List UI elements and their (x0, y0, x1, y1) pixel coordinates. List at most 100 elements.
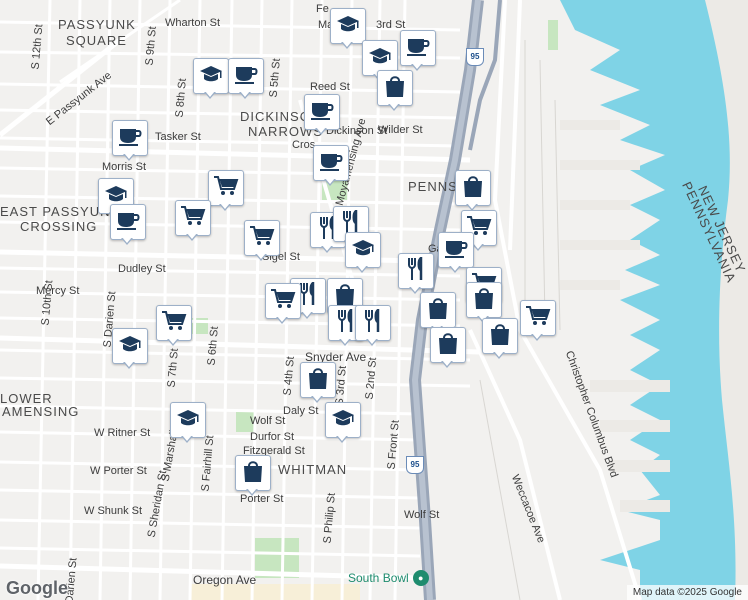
cart-icon (180, 205, 206, 232)
cart-icon (161, 310, 187, 337)
cafe-marker[interactable] (304, 94, 342, 138)
cafe-icon (444, 238, 468, 263)
neighborhood-lower-moyamensing: AMENSING (2, 404, 80, 419)
neighborhood-whitman: WHITMAN (278, 462, 348, 477)
school-icon (368, 45, 392, 72)
neighborhood-east-passyunk: CROSSING (20, 219, 98, 234)
google-logo: Google (6, 578, 68, 598)
marker-pointer (441, 360, 453, 368)
marker-pointer (123, 153, 135, 161)
shopping-bag-icon (427, 296, 449, 325)
map-canvas[interactable]: PASSYUNK SQUARE DICKINSON NARROWS EAST P… (0, 0, 748, 600)
shopping-bag-icon (384, 74, 406, 103)
street-label: Tasker St (155, 131, 201, 143)
street-label: Durfor St (250, 431, 295, 443)
cafe-icon (234, 64, 258, 89)
street-label: Oregon Ave (193, 573, 257, 587)
marker-pointer (339, 338, 351, 346)
school-marker[interactable] (193, 58, 231, 102)
school-icon (199, 63, 223, 90)
marker-pointer (123, 361, 135, 369)
street-label: Wolf St (250, 415, 286, 427)
cafe-marker[interactable] (112, 120, 150, 164)
marker-pointer (336, 435, 348, 443)
street-label: W Ritner St (94, 427, 151, 439)
cafe-icon (310, 100, 334, 125)
school-marker[interactable] (325, 402, 363, 446)
street-label: Daly St (283, 405, 319, 417)
street-label: W Porter St (90, 465, 147, 477)
restaurant-marker[interactable] (355, 305, 393, 349)
street-label: Reed St (310, 81, 350, 93)
marker-pointer (449, 265, 461, 273)
marker-pointer (186, 233, 198, 241)
marker-pointer (167, 338, 179, 346)
neighborhood-penns: PENNS (408, 179, 458, 194)
poi-south-bowl[interactable]: South Bowl ● (348, 570, 429, 586)
marker-pointer (204, 91, 216, 99)
marker-pointer (311, 395, 323, 403)
marker-pointer (239, 91, 251, 99)
restaurant-icon (363, 307, 383, 338)
restaurant-icon (336, 307, 356, 338)
restaurant-icon (406, 255, 426, 286)
cafe-marker[interactable] (400, 30, 438, 74)
bowling-icon: ● (412, 570, 429, 586)
marker-pointer (493, 351, 505, 359)
grocery-marker[interactable] (175, 200, 213, 244)
shopping-marker[interactable] (235, 455, 273, 499)
shopping-marker[interactable] (377, 70, 415, 114)
poi-label: South Bowl (348, 571, 409, 585)
shopping-bag-icon (473, 286, 495, 315)
cafe-icon (116, 210, 140, 235)
grocery-marker[interactable] (520, 300, 558, 344)
shopping-marker[interactable] (430, 327, 468, 371)
marker-pointer (121, 237, 133, 245)
marker-pointer (219, 203, 231, 211)
cart-icon (213, 175, 239, 202)
grocery-marker[interactable] (244, 220, 282, 264)
interstate-95-shield: 95 (466, 48, 484, 66)
marker-pointer (356, 265, 368, 273)
school-icon (176, 407, 200, 434)
shopping-marker[interactable] (482, 318, 520, 362)
marker-pointer (255, 253, 267, 261)
street-label: W Shunk St (84, 505, 143, 517)
grocery-marker[interactable] (265, 283, 303, 327)
school-icon (336, 13, 360, 40)
cart-icon (525, 305, 551, 332)
marker-pointer (324, 178, 336, 186)
school-icon (118, 333, 142, 360)
school-marker[interactable] (345, 232, 383, 276)
shopping-marker[interactable] (300, 362, 338, 406)
street-label: Fe (316, 3, 329, 15)
marker-pointer (321, 245, 333, 253)
school-marker[interactable] (170, 402, 208, 446)
map-attribution[interactable]: Map data ©2025 Google (626, 585, 748, 600)
marker-pointer (315, 127, 327, 135)
cart-icon (249, 225, 275, 252)
marker-pointer (388, 103, 400, 111)
shopping-bag-icon (242, 459, 264, 488)
marker-pointer (276, 316, 288, 324)
cafe-marker[interactable] (313, 145, 351, 189)
school-marker[interactable] (112, 328, 150, 372)
street-label: Cros (292, 139, 316, 151)
cafe-icon (319, 151, 343, 176)
cafe-marker[interactable] (110, 204, 148, 248)
interstate-95-shield: 95 (406, 456, 424, 474)
grocery-marker[interactable] (156, 305, 194, 349)
shopping-marker[interactable] (455, 170, 493, 214)
neighborhood-passyunk-square: SQUARE (66, 33, 127, 48)
grocery-marker[interactable] (208, 170, 246, 214)
shopping-bag-icon (462, 174, 484, 203)
marker-pointer (366, 338, 378, 346)
restaurant-marker[interactable] (398, 253, 436, 297)
marker-pointer (246, 488, 258, 496)
street-label: Wilder St (378, 124, 423, 136)
cafe-marker[interactable] (228, 58, 266, 102)
school-icon (351, 237, 375, 264)
marker-pointer (181, 435, 193, 443)
shopping-bag-icon (489, 322, 511, 351)
shopping-bag-icon (307, 366, 329, 395)
